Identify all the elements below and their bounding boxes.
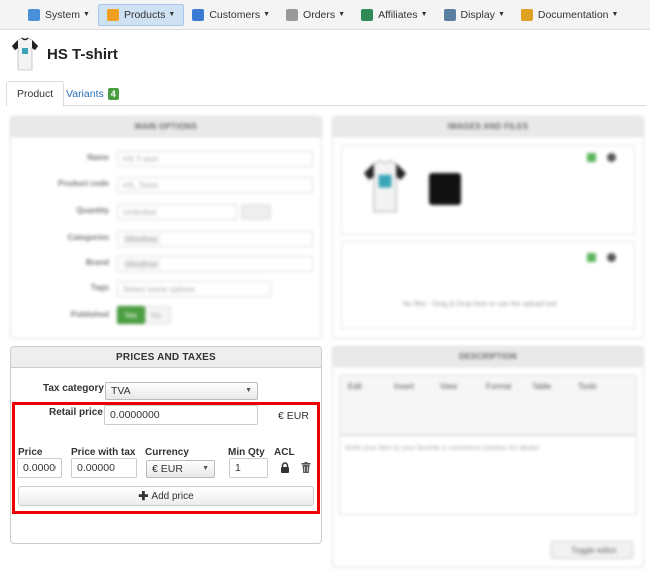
editor-menu-insert[interactable]: Insert xyxy=(394,382,414,391)
tax-category-select[interactable]: TVA ▼ xyxy=(105,382,258,400)
brand-label: Brand xyxy=(85,258,109,267)
caret-down-icon: ▼ xyxy=(83,11,90,18)
name-value: HS T-shirt xyxy=(123,155,159,164)
logo-image[interactable] xyxy=(429,173,461,205)
tools-icon xyxy=(28,8,40,21)
main-options-panel: MAIN OPTIONS Name HS T-shirt Product cod… xyxy=(10,116,322,339)
nav-item-label: Customers xyxy=(209,8,261,21)
min-qty-column-header: Min Qty xyxy=(228,447,265,458)
image-upload-icon[interactable] xyxy=(587,153,596,162)
nav-item-system[interactable]: System ▼ xyxy=(20,4,98,26)
acl-column-header: ACL xyxy=(274,447,295,458)
cart-icon xyxy=(286,8,299,21)
tags-label: Tags xyxy=(90,283,109,292)
published-no-label: No xyxy=(151,311,162,320)
book-icon xyxy=(520,8,533,21)
add-price-label: Add price xyxy=(151,490,194,502)
affiliate-icon xyxy=(361,8,374,21)
add-price-button[interactable]: ✚ Add price xyxy=(18,486,314,506)
display-icon xyxy=(443,8,456,21)
price-with-tax-column-header: Price with tax xyxy=(71,447,136,458)
files-hint: No files - Drag & Drop here or use the u… xyxy=(403,301,557,308)
prices-heading: PRICES AND TAXES xyxy=(11,347,321,368)
categories-tag: Mindfree xyxy=(123,235,161,244)
tags-placeholder: Select some options xyxy=(123,285,196,294)
caret-down-icon: ▼ xyxy=(168,11,176,18)
box-icon xyxy=(106,8,119,21)
code-label: Product code xyxy=(57,179,109,188)
chevron-down-icon: ▼ xyxy=(245,387,252,394)
currency-value: € EUR xyxy=(152,463,183,475)
trash-icon[interactable] xyxy=(301,462,311,476)
brand-tag: Mindfree xyxy=(123,260,161,269)
nav-item-label: Documentation xyxy=(537,8,609,21)
variants-count-badge: 4 xyxy=(107,87,119,100)
nav-item-label: Affiliates xyxy=(378,8,418,21)
plus-icon: ✚ xyxy=(138,489,149,503)
retail-price-input[interactable] xyxy=(104,405,258,425)
published-label: Published xyxy=(70,310,109,319)
editor-menu-tools[interactable]: Tools xyxy=(578,382,597,391)
description-heading: DESCRIPTION xyxy=(333,347,643,367)
categories-label: Categories xyxy=(67,233,109,242)
price-column-header: Price xyxy=(18,447,43,458)
tab-variants[interactable]: Variants 4 xyxy=(56,81,129,106)
product-tabs: Product Variants 4 xyxy=(6,81,646,107)
price-with-tax-input[interactable] xyxy=(71,458,137,478)
page-title: HS T-shirt xyxy=(47,45,118,63)
currency-select[interactable]: € EUR ▼ xyxy=(146,460,215,478)
name-label: Name xyxy=(87,153,109,162)
min-qty-input[interactable] xyxy=(229,458,268,478)
price-input[interactable] xyxy=(17,458,62,478)
code-value: HS_Tshirt xyxy=(123,181,158,190)
editor-menu-format[interactable]: Format xyxy=(486,382,511,391)
description-panel: DESCRIPTION Edit Insert View Format Table Too… xyxy=(332,346,644,568)
main-options-heading: MAIN OPTIONS xyxy=(11,117,321,137)
quantity-toggle-button[interactable] xyxy=(241,204,271,220)
editor-menu-edit[interactable]: Edit xyxy=(348,382,362,391)
nav-item-orders[interactable]: Orders ▼ xyxy=(278,4,353,26)
nav-item-customers[interactable]: Customers ▼ xyxy=(184,4,278,26)
top-navigation: System ▼ Products ▼ Customers ▼ Orders ▼ Affilia… xyxy=(0,0,650,30)
product-header: HS T-shirt xyxy=(10,36,118,72)
images-panel: IMAGES AND FILES No files - Drag & Drop … xyxy=(332,116,644,339)
retail-price-label: Retail price xyxy=(49,407,103,418)
quantity-value: Unlimited xyxy=(123,208,157,217)
product-thumbnail xyxy=(10,36,40,72)
tab-product-label: Product xyxy=(17,88,54,100)
tab-variants-label: Variants xyxy=(66,87,104,100)
file-upload-icon[interactable] xyxy=(587,253,596,262)
nav-item-label: Products xyxy=(123,8,166,21)
retail-currency: € EUR xyxy=(278,410,309,422)
nav-item-products[interactable]: Products ▼ xyxy=(97,3,185,26)
images-heading: IMAGES AND FILES xyxy=(333,117,643,137)
toggle-editor-label: Toggle editor xyxy=(571,546,617,555)
caret-down-icon: ▼ xyxy=(497,11,505,18)
caret-down-icon: ▼ xyxy=(263,11,271,18)
chevron-down-icon: ▼ xyxy=(202,465,209,472)
product-image[interactable] xyxy=(361,151,409,224)
tax-category-value: TVA xyxy=(111,385,131,397)
nav-item-label: Display xyxy=(460,8,495,21)
image-settings-icon[interactable] xyxy=(607,153,616,162)
users-icon xyxy=(192,8,205,21)
quantity-label: Quantity xyxy=(76,206,109,215)
caret-down-icon: ▼ xyxy=(611,11,619,18)
nav-item-display[interactable]: Display ▼ xyxy=(436,4,513,26)
tax-category-label: Tax category xyxy=(43,383,104,394)
nav-item-affiliates[interactable]: Affiliates ▼ xyxy=(353,4,435,26)
editor-menu-table[interactable]: Table xyxy=(532,382,551,391)
nav-item-label: Orders xyxy=(303,8,336,21)
currency-column-header: Currency xyxy=(145,447,189,458)
caret-down-icon: ▼ xyxy=(420,11,428,18)
editor-toolbar: Edit Insert View Format Table Tools xyxy=(339,375,637,435)
caret-down-icon: ▼ xyxy=(338,11,346,18)
published-yes-label: Yes xyxy=(124,311,138,320)
editor-menu-view[interactable]: View xyxy=(440,382,457,391)
file-settings-icon[interactable] xyxy=(607,253,616,262)
editor-placeholder: Write your item to your favorite e-comme… xyxy=(345,445,540,452)
nav-item-documentation[interactable]: Documentation ▼ xyxy=(513,4,627,26)
lock-icon[interactable] xyxy=(280,462,290,476)
nav-item-label: System xyxy=(45,8,81,21)
